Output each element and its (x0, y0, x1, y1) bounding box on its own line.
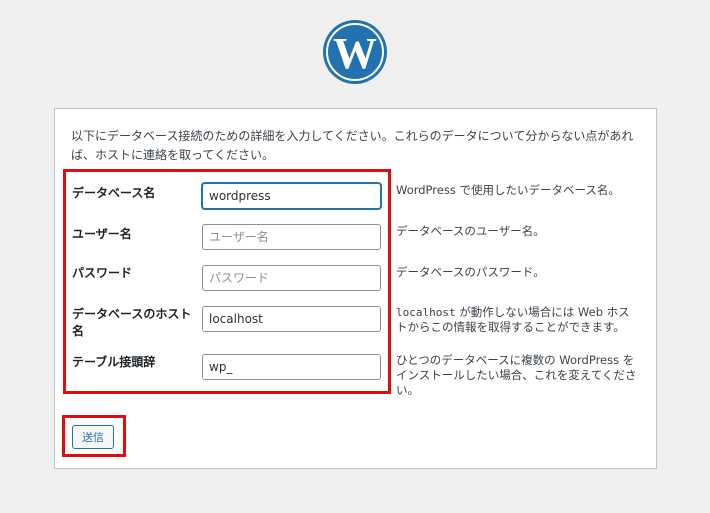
intro-text: 以下にデータベース接続のための詳細を入力してください。これらのデータについて分か… (71, 129, 634, 162)
database-name-input[interactable] (202, 183, 381, 209)
password-input[interactable] (202, 265, 381, 291)
table-prefix-input[interactable] (202, 354, 381, 380)
table-prefix-label: テーブル接頭辞 (72, 355, 156, 369)
username-input[interactable] (202, 224, 381, 250)
username-description: データベースのユーザー名。 (396, 224, 545, 238)
localhost-code: localhost (396, 306, 456, 319)
password-label: パスワード (72, 266, 133, 280)
database-name-label: データベース名 (72, 186, 156, 200)
wordpress-logo-icon: W (321, 18, 389, 86)
password-description: データベースのパスワード。 (396, 265, 545, 279)
database-name-description: WordPress で使用したいデータベース名。 (396, 183, 620, 197)
svg-text:W: W (333, 29, 377, 78)
database-host-input[interactable] (202, 306, 381, 332)
database-host-label: データベースのホスト名 (72, 307, 192, 338)
submit-button[interactable]: 送信 (72, 425, 114, 449)
username-label: ユーザー名 (72, 227, 132, 241)
database-host-description: localhost が動作しない場合には Web ホストからこの情報を取得するこ… (396, 305, 641, 335)
database-setup-form: 以下にデータベース接続のための詳細を入力してください。これらのデータについて分か… (54, 108, 657, 469)
table-prefix-description: ひとつのデータベースに複数の WordPress をインストールしたい場合、これ… (396, 353, 637, 397)
